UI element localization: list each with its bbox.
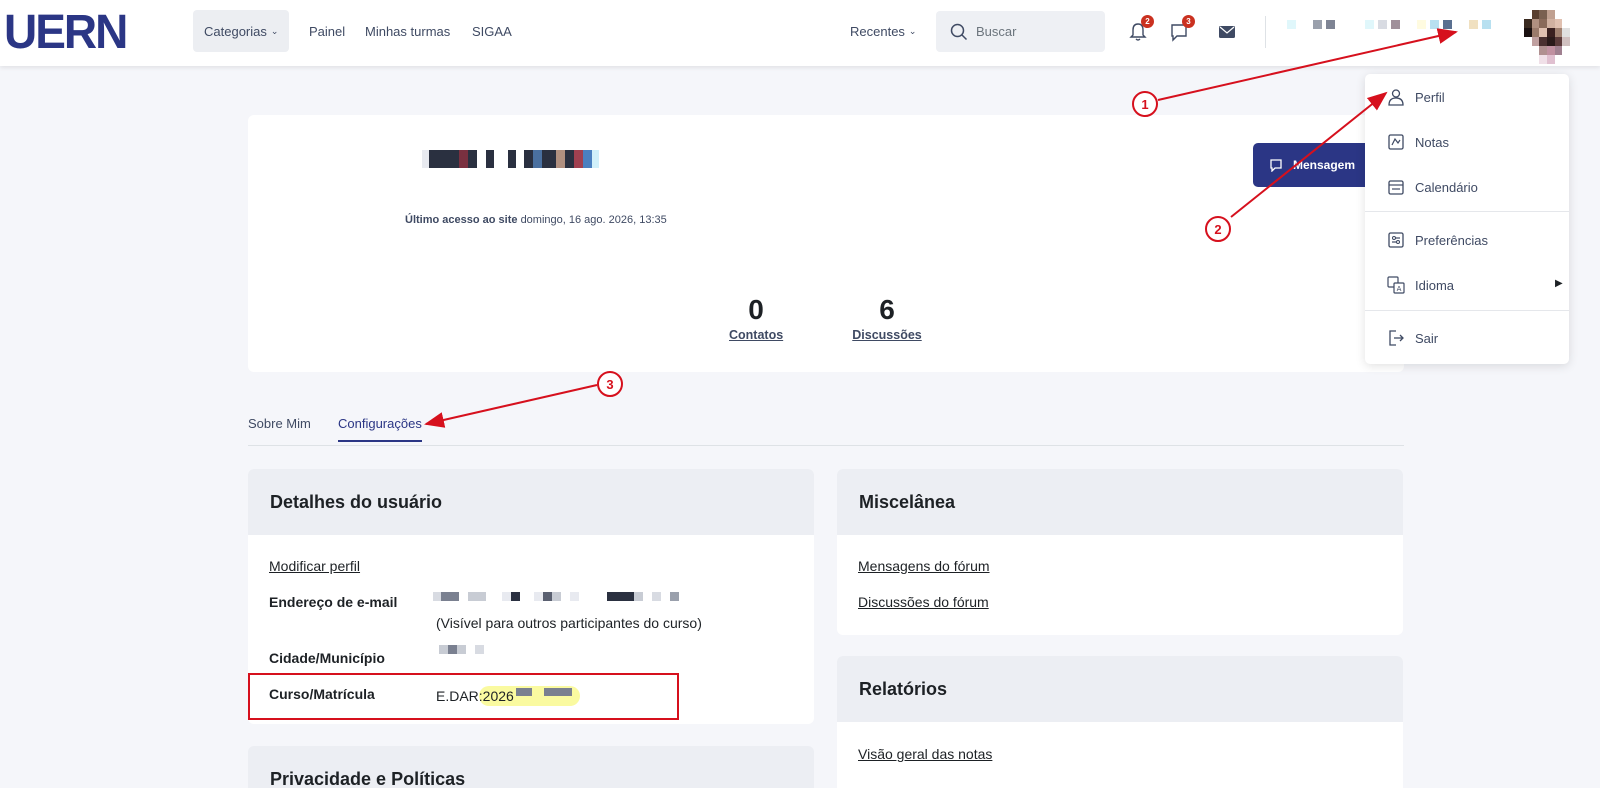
search-icon bbox=[950, 23, 968, 40]
redacted-city bbox=[439, 645, 484, 654]
annotation-step-3: 3 bbox=[597, 371, 623, 397]
email-label: Endereço de e-mail bbox=[269, 594, 398, 610]
nav-sigaa[interactable]: SIGAA bbox=[461, 10, 523, 52]
logout-icon bbox=[1389, 330, 1404, 346]
nav-categories-label: Categorias bbox=[204, 23, 267, 39]
menu-item-language[interactable]: A Idioma bbox=[1387, 276, 1454, 294]
misc-card: Miscelânea bbox=[837, 469, 1403, 635]
tab-about[interactable]: Sobre Mim bbox=[248, 416, 311, 440]
annotation-step-2: 2 bbox=[1205, 216, 1231, 242]
menu-divider bbox=[1365, 310, 1569, 311]
tab-settings[interactable]: Configurações bbox=[338, 416, 422, 442]
site-logo[interactable]: UERN bbox=[4, 7, 128, 55]
sliders-icon bbox=[1388, 232, 1404, 248]
email-visibility-note: (Visível para outros participantes do cu… bbox=[436, 615, 702, 631]
chevron-down-icon: ⌄ bbox=[270, 25, 279, 36]
envelope-icon bbox=[1219, 26, 1235, 38]
user-avatar[interactable] bbox=[1524, 10, 1570, 64]
menu-item-preferences[interactable]: Preferências bbox=[1387, 231, 1488, 249]
contacts-count: 0 bbox=[748, 294, 764, 325]
menu-item-profile[interactable]: Perfil bbox=[1387, 88, 1445, 106]
redacted-user-name bbox=[422, 150, 599, 168]
user-details-title: Detalhes do usuário bbox=[248, 469, 814, 535]
chevron-down-icon: ⌄ bbox=[908, 25, 917, 36]
grades-overview-link[interactable]: Visão geral das notas bbox=[858, 746, 992, 762]
nav-minhas-turmas[interactable]: Minhas turmas bbox=[354, 10, 461, 52]
nav-recentes-label: Recentes bbox=[850, 23, 905, 39]
navbar-divider bbox=[1265, 16, 1266, 48]
svg-text:A: A bbox=[1397, 285, 1402, 293]
nav-painel[interactable]: Painel bbox=[298, 10, 356, 52]
privacy-card: Privacidade e Políticas bbox=[248, 746, 814, 788]
city-label: Cidade/Município bbox=[269, 650, 385, 666]
grades-icon bbox=[1388, 134, 1404, 150]
messages-button[interactable]: 3 bbox=[1167, 15, 1195, 44]
notifications-badge: 2 bbox=[1141, 15, 1154, 28]
annotation-step-1: 1 bbox=[1132, 91, 1158, 117]
redacted-username[interactable] bbox=[1287, 20, 1491, 29]
forum-discussions-link[interactable]: Discussões do fórum bbox=[858, 594, 989, 610]
calendar-icon bbox=[1388, 180, 1404, 195]
privacy-title: Privacidade e Políticas bbox=[248, 746, 814, 788]
caret-right-icon: ▶ bbox=[1555, 278, 1563, 289]
search-input[interactable]: Buscar bbox=[936, 11, 1105, 52]
contacts-label[interactable]: Contatos bbox=[729, 328, 783, 342]
last-access-value: domingo, 16 ago. 2026, 13:35 bbox=[520, 214, 667, 226]
messages-badge: 3 bbox=[1182, 15, 1195, 28]
last-access-label: Último acesso ao site bbox=[405, 214, 518, 226]
send-message-label: Mensagem bbox=[1293, 158, 1356, 172]
menu-label: Idioma bbox=[1415, 277, 1455, 293]
menu-label: Sair bbox=[1415, 330, 1439, 346]
top-navbar: UERN Categorias ⌄ Painel Minhas turmas S… bbox=[0, 0, 1600, 66]
menu-item-grades[interactable]: Notas bbox=[1387, 133, 1449, 151]
language-icon: A bbox=[1387, 276, 1405, 294]
menu-label: Perfil bbox=[1415, 89, 1445, 105]
menu-divider bbox=[1365, 211, 1569, 212]
nav-categories[interactable]: Categorias ⌄ bbox=[193, 10, 290, 52]
menu-item-calendar[interactable]: Calendário bbox=[1387, 178, 1478, 196]
search-placeholder: Buscar bbox=[976, 24, 1017, 39]
discussions-label[interactable]: Discussões bbox=[852, 328, 922, 342]
nav-recentes[interactable]: Recentes ⌄ bbox=[839, 10, 927, 52]
reports-title: Relatórios bbox=[837, 656, 1403, 722]
misc-title: Miscelânea bbox=[837, 469, 1403, 535]
chat-icon bbox=[1270, 159, 1282, 172]
discussions-count: 6 bbox=[879, 294, 895, 325]
contacts-stat[interactable]: 0 Contatos bbox=[729, 294, 783, 342]
notifications-button[interactable]: 2 bbox=[1126, 15, 1154, 44]
menu-item-logout[interactable]: Sair bbox=[1387, 329, 1438, 347]
menu-label: Calendário bbox=[1415, 179, 1478, 195]
user-menu-dropdown: Perfil Notas Calendário Preferências A I… bbox=[1365, 74, 1569, 364]
course-highlight-box bbox=[248, 673, 679, 720]
profile-tabs: Sobre Mim Configurações bbox=[248, 412, 1404, 446]
edit-profile-link[interactable]: Modificar perfil bbox=[269, 558, 360, 574]
redacted-email bbox=[433, 592, 679, 601]
forum-posts-link[interactable]: Mensagens do fórum bbox=[858, 558, 990, 574]
send-message-button[interactable]: Mensagem bbox=[1253, 143, 1383, 187]
reports-card: Relatórios bbox=[837, 656, 1403, 788]
last-access: Último acesso ao site domingo, 16 ago. 2… bbox=[405, 214, 667, 226]
user-icon bbox=[1388, 89, 1404, 106]
discussions-stat[interactable]: 6 Discussões bbox=[852, 294, 922, 342]
menu-label: Notas bbox=[1415, 134, 1449, 150]
mail-button[interactable] bbox=[1215, 20, 1239, 44]
menu-label: Preferências bbox=[1415, 232, 1488, 248]
